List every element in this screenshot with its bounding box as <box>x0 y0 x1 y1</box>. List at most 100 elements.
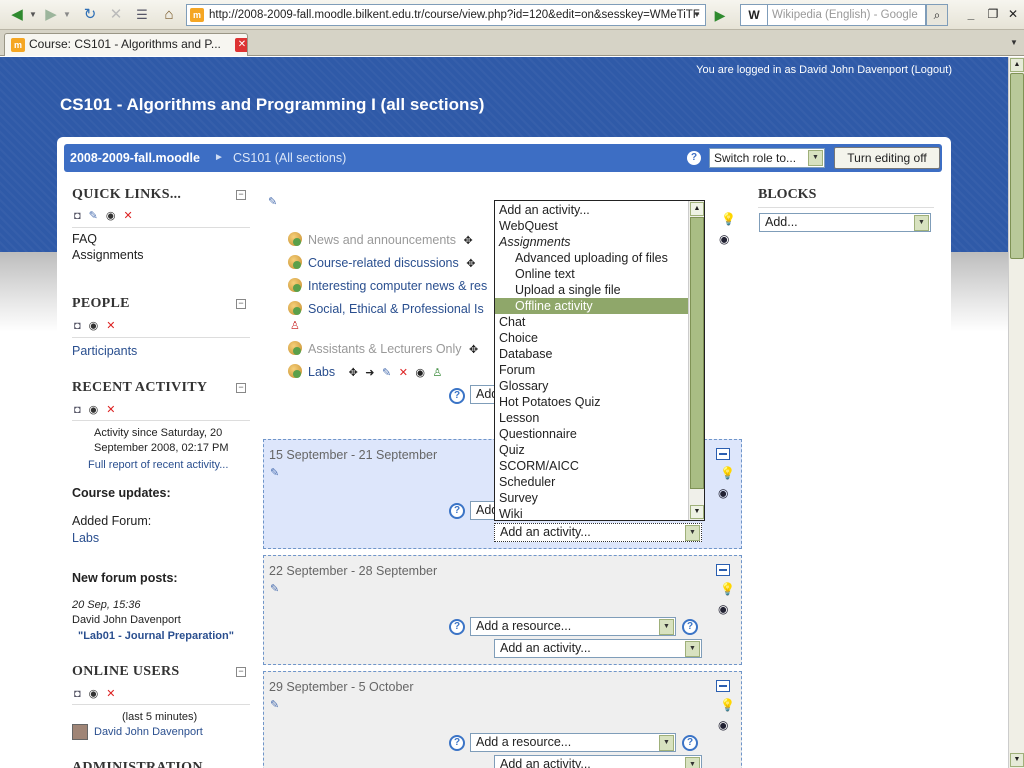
dropdown-option[interactable]: Chat <box>495 314 689 330</box>
dropdown-scrollbar[interactable]: ▲ ▼ <box>688 201 704 520</box>
quick-link-faq[interactable]: FAQ <box>72 232 97 246</box>
home-icon[interactable]: ⌂ <box>158 4 180 26</box>
scroll-down-icon[interactable]: ▼ <box>1010 753 1024 767</box>
edit-icon[interactable]: ✎ <box>382 367 391 379</box>
hide-eye-icon[interactable]: ◉ <box>718 602 728 616</box>
dropdown-option[interactable]: Survey <box>495 490 689 506</box>
dropdown-option[interactable]: Hot Potatoes Quiz <box>495 394 689 410</box>
forward-history-dropdown-icon[interactable]: ▼ <box>62 4 72 26</box>
history-icon[interactable]: ☰ <box>132 4 152 26</box>
dropdown-option[interactable]: Scheduler <box>495 474 689 490</box>
dropdown-option[interactable]: Glossary <box>495 378 689 394</box>
add-activity-dropdown-list[interactable]: Add an activity... WebQuest Assignments Adv… <box>494 200 705 521</box>
tab-list-chevron-icon[interactable]: ▼ <box>1010 38 1018 47</box>
hide-block-icon[interactable]: − <box>236 667 246 677</box>
add-activity-select[interactable]: Add an activity... ▼ <box>494 523 702 542</box>
forward-arrow-icon[interactable]: ▶ <box>40 4 62 26</box>
add-resource-select[interactable]: Add a resource... ▼ <box>470 617 676 636</box>
online-user-link[interactable]: David John Davenport <box>94 726 203 738</box>
search-engine-selector[interactable]: W <box>740 4 768 26</box>
hide-block-icon[interactable]: − <box>236 299 246 309</box>
address-bar[interactable]: m http://2008-2009-fall.moodle.bilkent.e… <box>186 4 706 26</box>
hide-eye-icon[interactable]: ◉ <box>89 687 99 700</box>
full-report-link[interactable]: Full report of recent activity... <box>88 459 228 471</box>
switch-role-select[interactable]: Switch role to... ▼ <box>709 148 825 168</box>
help-icon[interactable]: ? <box>449 388 465 404</box>
help-icon[interactable]: ? <box>449 503 465 519</box>
show-only-this-section-icon[interactable] <box>716 680 730 692</box>
scrollbar-thumb[interactable] <box>1010 73 1024 259</box>
chevron-down-icon[interactable]: ▼ <box>685 641 700 657</box>
close-window-icon[interactable]: ✕ <box>1004 6 1022 22</box>
activity-label[interactable]: Labs <box>308 365 335 379</box>
scroll-up-icon[interactable]: ▲ <box>690 202 704 216</box>
chevron-down-icon[interactable]: ▼ <box>685 525 700 541</box>
dropdown-option[interactable]: Wiki <box>495 506 689 522</box>
restore-window-icon[interactable]: ❐ <box>984 6 1002 22</box>
assign-roles-icon[interactable]: ◘ <box>74 210 81 222</box>
edit-summary-icon[interactable]: ✎ <box>268 195 277 208</box>
help-icon[interactable]: ? <box>682 619 698 635</box>
go-arrow-icon[interactable]: ▶ <box>710 5 730 25</box>
delete-icon[interactable]: ✕ <box>399 367 408 379</box>
show-only-this-section-icon[interactable] <box>716 448 730 460</box>
edit-icon[interactable]: ✎ <box>89 209 98 222</box>
chevron-down-icon[interactable]: ▼ <box>808 150 823 166</box>
move-icon[interactable]: ✥ <box>464 235 473 247</box>
delete-icon[interactable]: ✕ <box>106 403 115 416</box>
search-input[interactable]: Wikipedia (English) - Google <box>768 4 926 26</box>
delete-icon[interactable]: ✕ <box>123 209 132 222</box>
turn-editing-off-button[interactable]: Turn editing off <box>834 147 940 169</box>
address-dropdown-icon[interactable]: ▼ <box>690 4 704 26</box>
assign-roles-icon[interactable]: ◘ <box>74 320 81 332</box>
scroll-down-icon[interactable]: ▼ <box>690 505 704 519</box>
dropdown-option[interactable]: Online text <box>495 266 689 282</box>
avatar[interactable] <box>72 724 88 740</box>
back-history-dropdown-icon[interactable]: ▼ <box>28 4 38 26</box>
edit-summary-icon[interactable]: ✎ <box>270 698 279 711</box>
hide-eye-icon[interactable]: ◉ <box>89 319 99 332</box>
dropdown-option[interactable]: Choice <box>495 330 689 346</box>
activity-label[interactable]: Social, Ethical & Professional Is <box>308 302 484 316</box>
hide-eye-icon[interactable]: ◉ <box>718 718 728 732</box>
add-resource-select[interactable]: Add a resource... ▼ <box>470 733 676 752</box>
activity-label[interactable]: Assistants & Lecturers Only <box>308 342 462 356</box>
hide-eye-icon[interactable]: ◉ <box>106 209 116 222</box>
reload-icon[interactable]: ↻ <box>80 4 100 26</box>
stop-icon[interactable]: ✕ <box>106 4 126 26</box>
post-title-link[interactable]: "Lab01 - Journal Preparation" <box>78 630 234 642</box>
help-icon[interactable]: ? <box>682 735 698 751</box>
group-mode-icon[interactable]: ♙ <box>290 319 300 332</box>
participants-link[interactable]: Participants <box>72 344 137 358</box>
add-activity-select[interactable]: Add an activity... ▼ <box>494 639 702 658</box>
dropdown-option[interactable]: Quiz <box>495 442 689 458</box>
chevron-down-icon[interactable]: ▼ <box>685 757 700 768</box>
page-scrollbar[interactable]: ▲ ▼ <box>1008 57 1024 768</box>
help-icon[interactable]: ? <box>449 619 465 635</box>
activity-label[interactable]: News and announcements <box>308 233 456 247</box>
breadcrumb-site-link[interactable]: 2008-2009-fall.moodle <box>70 151 200 165</box>
assign-roles-icon[interactable]: ◘ <box>74 404 81 416</box>
highlight-bulb-icon[interactable]: 💡 <box>720 466 735 480</box>
edit-summary-icon[interactable]: ✎ <box>270 466 279 479</box>
added-forum-link[interactable]: Labs <box>72 531 99 545</box>
add-activity-select[interactable]: Add an activity... ▼ <box>494 755 702 768</box>
chevron-down-icon[interactable]: ▼ <box>914 215 929 231</box>
activity-label[interactable]: Interesting computer news & res <box>308 279 487 293</box>
add-block-select[interactable]: Add... ▼ <box>759 213 931 232</box>
edit-summary-icon[interactable]: ✎ <box>270 582 279 595</box>
login-info[interactable]: You are logged in as David John Davenpor… <box>696 64 952 76</box>
scrollbar-thumb[interactable] <box>690 217 704 489</box>
help-icon[interactable]: ? <box>687 151 701 165</box>
dropdown-option[interactable]: WebQuest <box>495 218 689 234</box>
delete-icon[interactable]: ✕ <box>106 687 115 700</box>
chevron-down-icon[interactable]: ▼ <box>659 619 674 635</box>
hide-block-icon[interactable]: − <box>236 383 246 393</box>
tab-close-icon[interactable]: ✕ <box>235 38 247 52</box>
delete-icon[interactable]: ✕ <box>106 319 115 332</box>
show-only-this-section-icon[interactable] <box>716 564 730 576</box>
dropdown-option[interactable]: Advanced uploading of files <box>495 250 689 266</box>
dropdown-option[interactable]: SCORM/AICC <box>495 458 689 474</box>
dropdown-option[interactable]: Offline activity <box>495 298 689 314</box>
hide-eye-icon[interactable]: ◉ <box>719 232 729 246</box>
